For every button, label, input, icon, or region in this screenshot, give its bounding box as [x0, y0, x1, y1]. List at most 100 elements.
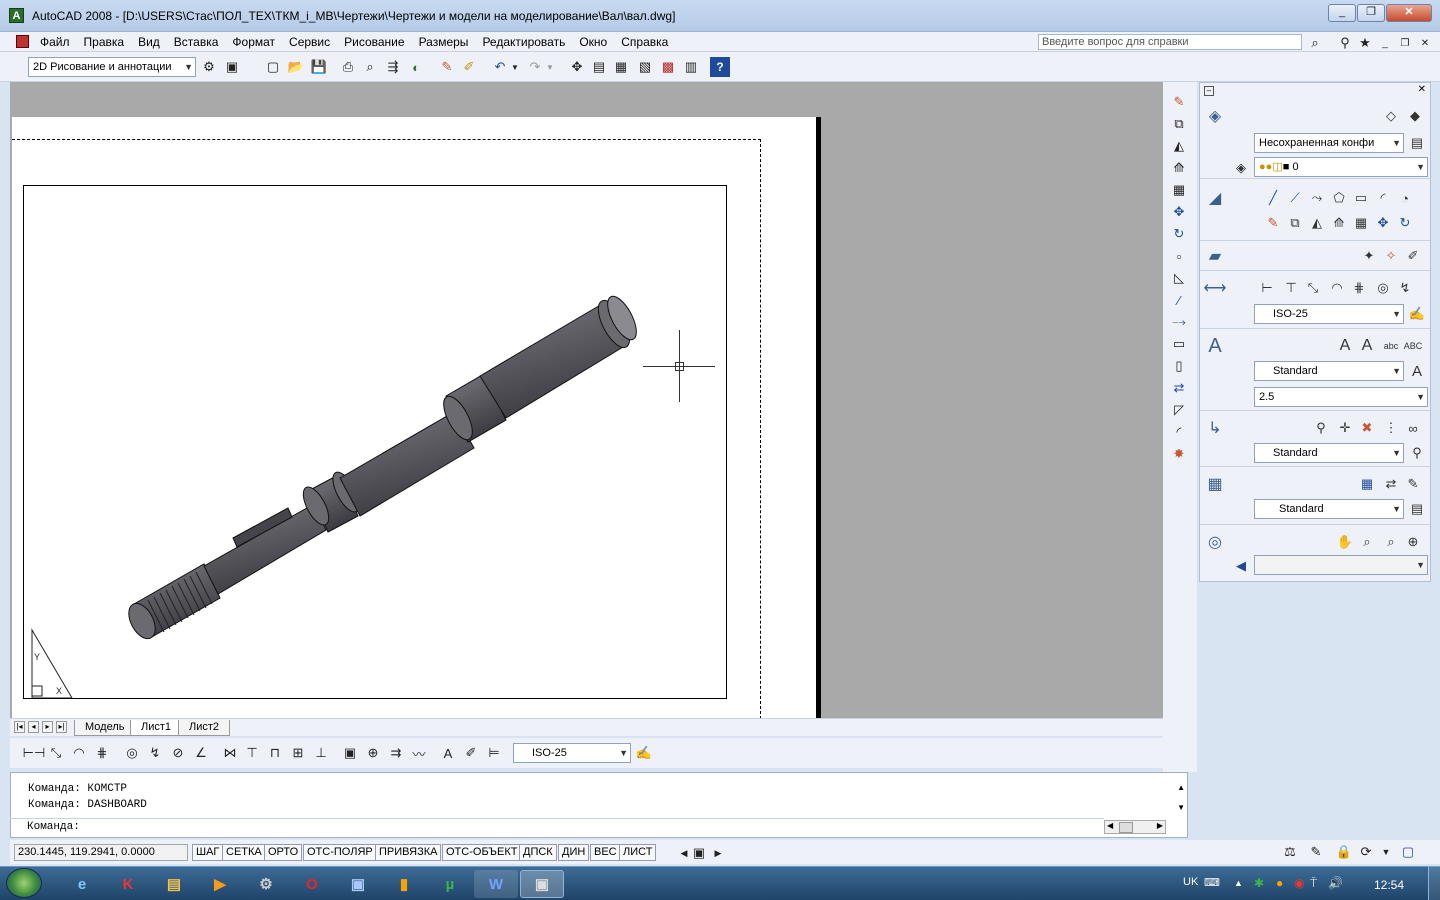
- join-icon[interactable]: ⇄: [1169, 378, 1189, 398]
- layer-state-manager-icon[interactable]: ▤: [1408, 134, 1426, 152]
- mleader-remove-icon[interactable]: ✖: [1358, 419, 1376, 437]
- tab-model[interactable]: Модель: [74, 720, 136, 736]
- scale-icon[interactable]: ▫: [1169, 246, 1189, 266]
- stretch-icon[interactable]: ◺: [1169, 268, 1189, 288]
- print-icon[interactable]: ⎙: [338, 57, 358, 77]
- clean-screen-icon[interactable]: ▢: [1398, 842, 1418, 862]
- layer-select[interactable]: ●●◫■ 0 ▼: [1254, 157, 1428, 177]
- command-input-line[interactable]: Команда:: [10, 818, 1104, 836]
- favorites-star-icon[interactable]: ★: [1355, 33, 1375, 53]
- search-icon[interactable]: ⌕: [1305, 33, 1325, 53]
- rotate-icon[interactable]: ↻: [1169, 224, 1189, 244]
- insert-table-icon[interactable]: ▦: [1358, 475, 1376, 493]
- opera-icon[interactable]: O: [290, 870, 334, 898]
- jogged-linear-icon[interactable]: 〰: [409, 743, 429, 763]
- snap-toggle[interactable]: ШАГ: [192, 844, 224, 861]
- doc-restore-button[interactable]: ❐: [1395, 33, 1415, 53]
- menu-view[interactable]: Вид: [131, 32, 167, 52]
- text-style-manager-icon[interactable]: A: [1408, 362, 1426, 380]
- doc-minimize-button[interactable]: _: [1375, 33, 1395, 53]
- ortho-toggle[interactable]: ОРТО: [264, 844, 303, 861]
- minimize-button[interactable]: _: [1328, 4, 1356, 22]
- tab-layout1[interactable]: Лист1: [130, 720, 183, 736]
- menu-window[interactable]: Окно: [572, 32, 614, 52]
- scroll-thumb[interactable]: [1119, 822, 1133, 833]
- mirror-icon[interactable]: ◭: [1308, 214, 1326, 232]
- inspection-icon[interactable]: ⇉: [386, 743, 406, 763]
- attribute-icon[interactable]: ✧: [1382, 247, 1400, 265]
- table-style-select[interactable]: Standard ▼: [1254, 499, 1404, 519]
- back-icon[interactable]: ◀: [1232, 557, 1250, 575]
- layer-props-icon[interactable]: ◆: [1406, 107, 1424, 125]
- publish-icon[interactable]: ⇶: [383, 57, 403, 77]
- single-line-text-icon[interactable]: A: [1358, 337, 1376, 355]
- workspace-save-icon[interactable]: ▣: [222, 57, 242, 77]
- network-icon[interactable]: ⍑: [1310, 876, 1317, 891]
- text-height-select[interactable]: 2.5 ▼: [1254, 387, 1428, 407]
- utorrent-icon[interactable]: µ: [428, 870, 472, 898]
- scroll-down-icon[interactable]: ▼: [1177, 803, 1185, 812]
- lineweight-toggle[interactable]: ВЕС: [590, 844, 621, 861]
- open-folder-icon[interactable]: 📂: [286, 57, 306, 77]
- dim-update-icon[interactable]: ⊨: [484, 743, 504, 763]
- undo-dropdown-icon[interactable]: ▼: [505, 57, 525, 77]
- layers-icon[interactable]: ◈: [1204, 105, 1226, 127]
- sheet-set-icon[interactable]: ▩: [658, 57, 678, 77]
- layout-viewport[interactable]: Y X: [23, 185, 727, 699]
- mleader-add-leader-icon[interactable]: ✛: [1336, 419, 1354, 437]
- start-button[interactable]: [6, 868, 42, 898]
- dim-break-icon[interactable]: ⊥: [311, 743, 331, 763]
- pan-realtime-icon[interactable]: ✥: [567, 57, 587, 77]
- arc-icon[interactable]: ◜: [1374, 189, 1392, 207]
- zoom-extents-icon[interactable]: ⊕: [1404, 533, 1422, 551]
- drawing-canvas[interactable]: Y X: [10, 82, 1163, 718]
- menu-dimension[interactable]: Размеры: [412, 32, 476, 52]
- tray-app3-icon[interactable]: ◉: [1294, 876, 1304, 890]
- autocad-taskbar-icon[interactable]: ▣: [520, 870, 564, 898]
- menu-format[interactable]: Формат: [225, 32, 282, 52]
- word-icon[interactable]: W: [474, 870, 518, 898]
- internet-explorer-icon[interactable]: e: [60, 870, 104, 898]
- dim-angular-icon[interactable]: ∠: [191, 743, 211, 763]
- block-edit-icon[interactable]: ✐: [1404, 247, 1422, 265]
- scroll-up-icon[interactable]: ▲: [1177, 783, 1185, 792]
- dim-arc-icon[interactable]: ◠: [1328, 279, 1346, 297]
- polar-toggle[interactable]: ОТС-ПОЛЯР: [303, 844, 377, 861]
- mleader-collect-icon[interactable]: ∞: [1404, 419, 1422, 437]
- tray-app-icon[interactable]: ✱: [1254, 876, 1264, 890]
- 3d-dwf-icon[interactable]: ◐: [406, 57, 426, 77]
- keyboard-icon[interactable]: ⌨: [1204, 876, 1220, 889]
- dim-style-select[interactable]: ISO-25 ▼: [1254, 304, 1404, 324]
- dim-space-icon[interactable]: ⊞: [288, 743, 308, 763]
- polygon-icon[interactable]: ⬠: [1330, 189, 1348, 207]
- dim-arc-icon[interactable]: ◠: [69, 743, 89, 763]
- save-app-icon[interactable]: ▣: [336, 870, 380, 898]
- dim-ordinate-icon[interactable]: ⋕: [92, 743, 112, 763]
- construction-line-icon[interactable]: ⟋: [1286, 189, 1304, 207]
- dim-ordinate-icon[interactable]: ⋕: [1350, 279, 1368, 297]
- communication-icon[interactable]: ⚲: [1335, 33, 1355, 53]
- array-icon[interactable]: ▦: [1169, 180, 1189, 200]
- mirror-icon[interactable]: ◭: [1169, 136, 1189, 156]
- center-mark-icon[interactable]: ⊕: [363, 743, 383, 763]
- named-view-select[interactable]: ▼: [1254, 555, 1428, 575]
- close-button[interactable]: ✕: [1386, 4, 1432, 22]
- new-file-icon[interactable]: ▢: [263, 57, 283, 77]
- media-player-icon[interactable]: ▶: [198, 870, 242, 898]
- grid-toggle[interactable]: СЕТКА: [222, 844, 266, 861]
- dashboard-close-icon[interactable]: ✕: [1418, 84, 1426, 95]
- block-editor-icon[interactable]: ✐: [459, 57, 479, 77]
- mtext-icon[interactable]: A: [1336, 337, 1354, 355]
- maximize-viewport-icon[interactable]: ▣: [689, 843, 709, 863]
- mleader-align-icon[interactable]: ⋮: [1382, 419, 1400, 437]
- pan-icon[interactable]: ✋: [1336, 533, 1354, 551]
- workspace-select[interactable]: 2D Рисование и аннотации ▼: [28, 57, 196, 77]
- dim-baseline-icon[interactable]: ⊤: [242, 743, 262, 763]
- table-export-icon[interactable]: ✎: [1404, 475, 1422, 493]
- text-style-select[interactable]: Standard ▼: [1254, 361, 1404, 381]
- annotation-visibility-icon[interactable]: ✎: [1306, 842, 1326, 862]
- table-style-manager-icon[interactable]: ▤: [1408, 500, 1426, 518]
- dim-aligned-icon[interactable]: ⤡: [1304, 279, 1322, 297]
- coordinates-readout[interactable]: 230.1445, 119.2941, 0.0000: [14, 844, 188, 861]
- draw-icon[interactable]: ◢: [1204, 187, 1226, 209]
